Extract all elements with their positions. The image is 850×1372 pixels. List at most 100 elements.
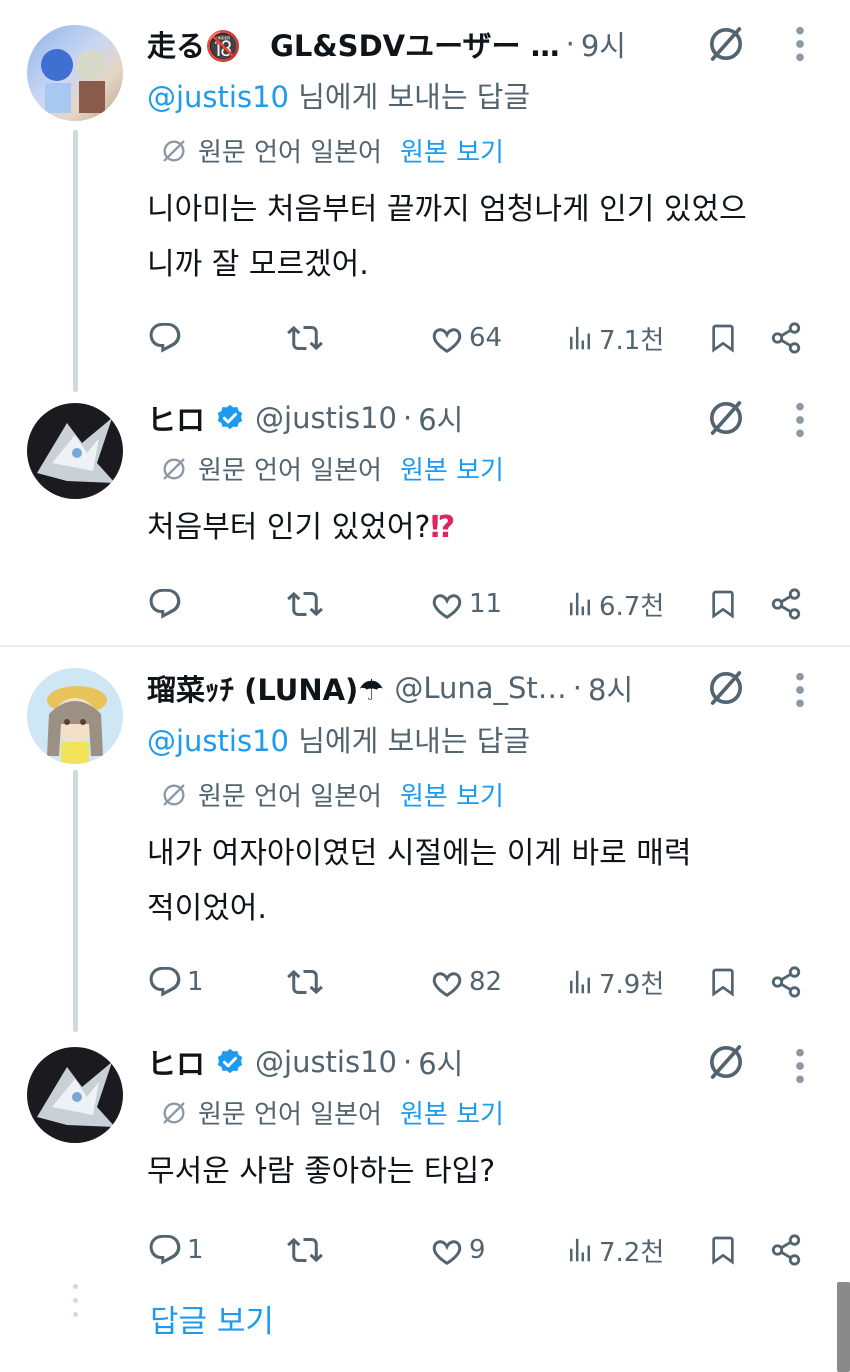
- share-button[interactable]: [769, 960, 803, 1004]
- replying-to: @justis10 님에게 보내는 답글: [147, 80, 531, 114]
- translation-bar: 원문 언어 일본어 원본 보기: [160, 776, 504, 813]
- retweet-button[interactable]: [287, 582, 323, 626]
- reply-icon: [147, 1232, 183, 1268]
- views-button[interactable]: 6.7천: [565, 582, 664, 626]
- views-button[interactable]: 7.1천: [565, 316, 664, 360]
- avatar[interactable]: [27, 25, 123, 121]
- like-button[interactable]: 64: [429, 316, 502, 360]
- action-bar: 1 9 7.2천: [147, 1228, 850, 1272]
- timestamp[interactable]: 6시: [418, 1041, 463, 1083]
- views-button[interactable]: 7.9천: [565, 960, 664, 1004]
- like-icon: [429, 586, 465, 622]
- reply-icon: [147, 964, 183, 1000]
- more-icon[interactable]: [790, 24, 810, 64]
- translate-note: 원문 언어 일본어: [198, 138, 382, 168]
- share-icon: [769, 587, 803, 621]
- views-icon: [565, 1235, 595, 1265]
- show-original-link[interactable]: 원본 보기: [400, 450, 504, 487]
- show-original-link[interactable]: 원본 보기: [400, 132, 504, 169]
- more-icon[interactable]: [790, 670, 810, 710]
- grok-icon[interactable]: [706, 668, 746, 708]
- retweet-button[interactable]: [287, 316, 323, 360]
- tweet-text: 처음부터 인기 있었어?⁉: [147, 510, 456, 545]
- bookmark-button[interactable]: [707, 316, 739, 360]
- share-icon: [769, 965, 803, 999]
- avatar[interactable]: [27, 403, 123, 499]
- display-name[interactable]: ヒロ: [147, 397, 205, 439]
- reply-button[interactable]: [147, 582, 187, 626]
- show-replies-link[interactable]: 답글 보기: [150, 1296, 274, 1341]
- translate-icon: [160, 781, 188, 809]
- bookmark-button[interactable]: [707, 1228, 739, 1272]
- separator: ·: [565, 27, 575, 61]
- share-icon: [769, 321, 803, 355]
- retweet-button[interactable]: [287, 960, 323, 1004]
- avatar[interactable]: [27, 668, 123, 764]
- share-button[interactable]: [769, 316, 803, 360]
- translate-icon: [160, 1099, 188, 1127]
- action-bar: 1 82 7.9천: [147, 960, 850, 1004]
- reply-icon: [147, 320, 183, 356]
- share-icon: [769, 1233, 803, 1267]
- retweet-icon: [287, 1232, 323, 1268]
- grok-icon[interactable]: [706, 398, 746, 438]
- verified-badge-icon: [215, 403, 245, 433]
- views-button[interactable]: 7.2천: [565, 1228, 664, 1272]
- avatar[interactable]: [27, 1047, 123, 1143]
- bookmark-button[interactable]: [707, 960, 739, 1004]
- bookmark-icon: [707, 1234, 739, 1266]
- reply-button[interactable]: 1: [147, 960, 204, 1004]
- reply-button[interactable]: 1: [147, 1228, 204, 1272]
- tweet-text: 내가 여자아이였던 시절에는 이게 바로 매력적이었어.: [147, 836, 692, 926]
- bookmark-icon: [707, 322, 739, 354]
- translation-bar: 원문 언어 일본어 원본 보기: [160, 1094, 504, 1131]
- translation-bar: 원문 언어 일본어 원본 보기: [160, 132, 504, 169]
- translate-icon: [160, 455, 188, 483]
- translate-note: 원문 언어 일본어: [198, 1100, 382, 1130]
- share-button[interactable]: [769, 1228, 803, 1272]
- display-name[interactable]: ヒロ: [147, 1041, 205, 1083]
- translate-note: 원문 언어 일본어: [198, 456, 382, 486]
- bookmark-button[interactable]: [707, 582, 739, 626]
- action-bar: 11 6.7천: [147, 582, 850, 626]
- handle[interactable]: @justis10: [255, 1045, 397, 1079]
- retweet-button[interactable]: [287, 1228, 323, 1272]
- like-button[interactable]: 82: [429, 960, 502, 1004]
- grok-icon[interactable]: [706, 24, 746, 64]
- scrollbar[interactable]: [837, 1282, 850, 1372]
- interrobang-emoji: ⁉: [430, 510, 456, 545]
- retweet-icon: [287, 964, 323, 1000]
- timestamp[interactable]: 8시: [588, 667, 633, 709]
- tweet-text: 니아미는 처음부터 끝까지 엄청나게 인기 있었으니까 잘 모르겠어.: [147, 192, 747, 282]
- timestamp[interactable]: 6시: [418, 397, 463, 439]
- retweet-icon: [287, 320, 323, 356]
- separator: ·: [572, 671, 582, 705]
- like-button[interactable]: 11: [429, 582, 502, 626]
- like-button[interactable]: 9: [429, 1228, 486, 1272]
- bookmark-icon: [707, 966, 739, 998]
- grok-icon[interactable]: [706, 1042, 746, 1082]
- retweet-icon: [287, 586, 323, 622]
- thread-line: [73, 130, 78, 392]
- more-icon[interactable]: [790, 1046, 810, 1086]
- display-name[interactable]: 瑠菜ｯﾁ (LUNA)☂: [147, 667, 384, 709]
- reply-button[interactable]: [147, 316, 187, 360]
- timestamp[interactable]: 9시: [581, 23, 626, 65]
- reply-to-mention[interactable]: @justis10: [147, 80, 289, 114]
- share-button[interactable]: [769, 582, 803, 626]
- thread-divider: [0, 645, 850, 647]
- more-icon[interactable]: [790, 400, 810, 440]
- separator: ·: [403, 1045, 413, 1079]
- handle[interactable]: @justis10: [255, 401, 397, 435]
- verified-badge-icon: [215, 1047, 245, 1077]
- thread-line: [73, 770, 78, 1032]
- views-icon: [565, 967, 595, 997]
- reply-to-mention[interactable]: @justis10: [147, 724, 289, 758]
- separator: ·: [403, 401, 413, 435]
- show-original-link[interactable]: 원본 보기: [400, 1094, 504, 1131]
- display-name[interactable]: 走る🔞 GL&SDVユーザー …: [147, 23, 560, 65]
- handle[interactable]: @Luna_St…: [394, 671, 566, 705]
- translate-icon: [160, 137, 188, 165]
- show-original-link[interactable]: 원본 보기: [400, 776, 504, 813]
- like-icon: [429, 1232, 465, 1268]
